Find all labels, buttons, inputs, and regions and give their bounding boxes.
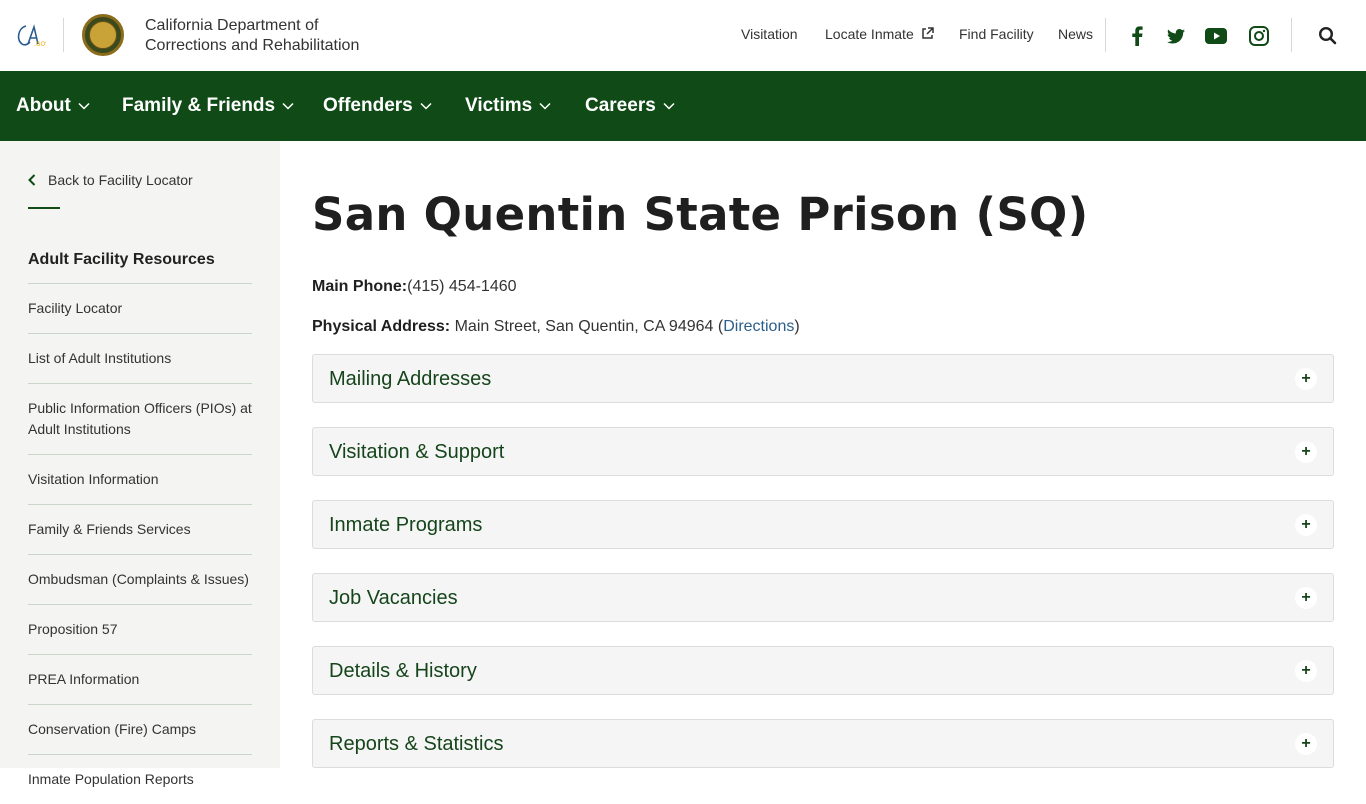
accordion-title: Reports & Statistics	[329, 733, 504, 755]
accordion-title: Inmate Programs	[329, 514, 483, 536]
page-title: San Quentin State Prison (SQ)	[312, 188, 1089, 241]
main-phone-label: Main Phone:	[312, 278, 408, 295]
plus-icon[interactable]: +	[1295, 368, 1317, 390]
header-divider	[1291, 18, 1292, 52]
top-link-locate-inmate[interactable]: Locate Inmate	[825, 26, 934, 42]
physical-address-close: )	[794, 318, 800, 335]
accordion-title: Details & History	[329, 660, 477, 682]
sidebar-item-facility-locator[interactable]: Facility Locator	[28, 283, 252, 333]
nav-item-label: Offenders	[323, 95, 413, 116]
back-link-label: Back to Facility Locator	[48, 172, 193, 188]
instagram-icon[interactable]	[1247, 24, 1271, 48]
nav-item-victims[interactable]: Victims	[465, 95, 551, 117]
main-navigation: About Family & Friends Offenders Victims…	[0, 71, 1366, 141]
sidebar-item-list-of-adult-institutions[interactable]: List of Adult Institutions	[28, 333, 252, 383]
plus-icon[interactable]: +	[1295, 733, 1317, 755]
top-link-locate-inmate-label: Locate Inmate	[825, 26, 914, 42]
chevron-down-icon	[420, 102, 432, 110]
accordion-title: Job Vacancies	[329, 587, 458, 609]
top-link-news[interactable]: News	[1058, 26, 1093, 42]
sidebar-item-prea-information[interactable]: PREA Information	[28, 654, 252, 704]
sidebar-item-ombudsman[interactable]: Ombudsman (Complaints & Issues)	[28, 554, 252, 604]
sidebar-item-proposition-57[interactable]: Proposition 57	[28, 604, 252, 654]
svg-text:.GOV: .GOV	[34, 41, 46, 48]
plus-icon[interactable]: +	[1295, 587, 1317, 609]
nav-item-about[interactable]: About	[16, 95, 90, 117]
plus-icon[interactable]: +	[1295, 441, 1317, 463]
site-header: .GOV California Department of Correction…	[0, 0, 1366, 71]
back-link-underline	[28, 207, 60, 209]
sidebar-list: Facility Locator List of Adult Instituti…	[28, 283, 252, 804]
nav-item-family-friends[interactable]: Family & Friends	[122, 95, 294, 117]
ca-gov-logo[interactable]: .GOV	[14, 22, 46, 48]
top-link-visitation[interactable]: Visitation	[741, 26, 798, 42]
accordion-title: Mailing Addresses	[329, 368, 492, 390]
back-to-facility-locator-link[interactable]: Back to Facility Locator	[28, 172, 193, 188]
chevron-down-icon	[663, 102, 675, 110]
facebook-icon[interactable]	[1125, 24, 1149, 48]
accordion-details-history[interactable]: Details & History +	[312, 646, 1334, 695]
youtube-icon[interactable]	[1204, 24, 1228, 48]
department-name-line1: California Department of	[145, 17, 319, 34]
sidebar-item-visitation-information[interactable]: Visitation Information	[28, 454, 252, 504]
accordion-mailing-addresses[interactable]: Mailing Addresses +	[312, 354, 1334, 403]
cdcr-seal-logo[interactable]	[82, 14, 124, 56]
nav-item-careers[interactable]: Careers	[585, 95, 675, 117]
header-divider	[63, 18, 64, 52]
nav-item-offenders[interactable]: Offenders	[323, 95, 432, 117]
sidebar-item-family-friends-services[interactable]: Family & Friends Services	[28, 504, 252, 554]
accordion-job-vacancies[interactable]: Job Vacancies +	[312, 573, 1334, 622]
main-phone: Main Phone:(415) 454-1460	[312, 278, 517, 296]
main-phone-value: (415) 454-1460	[407, 278, 517, 295]
chevron-down-icon	[282, 102, 294, 110]
accordion-visitation-support[interactable]: Visitation & Support +	[312, 427, 1334, 476]
accordion-title: Visitation & Support	[329, 441, 505, 463]
physical-address: Physical Address: Main Street, San Quent…	[312, 318, 800, 336]
plus-icon[interactable]: +	[1295, 514, 1317, 536]
nav-item-label: About	[16, 95, 71, 116]
header-divider	[1105, 18, 1106, 52]
sidebar-item-inmate-population-reports[interactable]: Inmate Population Reports	[28, 754, 252, 804]
chevron-down-icon	[78, 102, 90, 110]
sidebar: Back to Facility Locator Adult Facility …	[0, 141, 280, 787]
accordion-reports-statistics[interactable]: Reports & Statistics +	[312, 719, 1334, 768]
physical-address-value: Main Street, San Quentin, CA 94964 (	[454, 318, 724, 335]
twitter-icon[interactable]	[1164, 24, 1188, 48]
sidebar-heading: Adult Facility Resources	[28, 251, 215, 268]
physical-address-label: Physical Address:	[312, 318, 451, 335]
sidebar-item-conservation-camps[interactable]: Conservation (Fire) Camps	[28, 704, 252, 754]
directions-link[interactable]: Directions	[723, 318, 794, 335]
chevron-left-icon	[28, 174, 36, 186]
top-link-find-facility[interactable]: Find Facility	[959, 26, 1034, 42]
external-link-icon	[921, 27, 934, 39]
plus-icon[interactable]: +	[1295, 660, 1317, 682]
department-name-line2: Corrections and Rehabilitation	[145, 37, 360, 54]
chevron-down-icon	[539, 102, 551, 110]
search-icon[interactable]	[1316, 24, 1340, 48]
department-name[interactable]: California Department of Corrections and…	[145, 16, 359, 56]
sidebar-item-pios[interactable]: Public Information Officers (PIOs) at Ad…	[28, 383, 252, 454]
nav-item-label: Family & Friends	[122, 95, 276, 116]
nav-item-label: Careers	[585, 95, 656, 116]
nav-item-label: Victims	[465, 95, 533, 116]
accordion-inmate-programs[interactable]: Inmate Programs +	[312, 500, 1334, 549]
